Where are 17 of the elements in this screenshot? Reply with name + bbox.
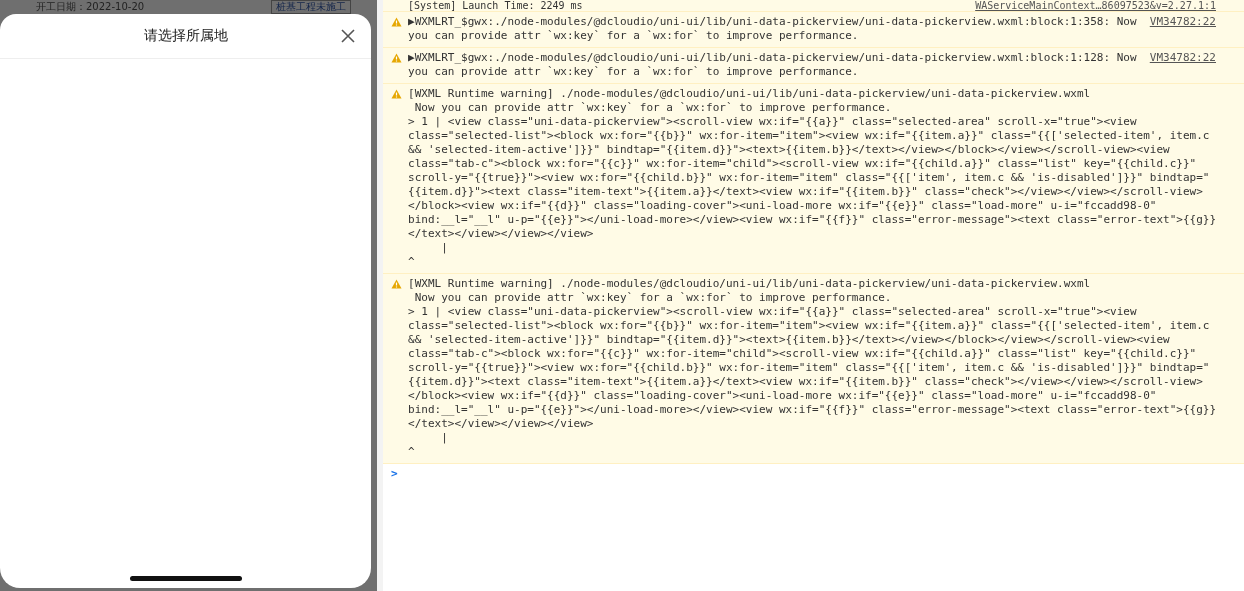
console-message: ▶WXMLRT_$gwx:./node-modules/@dcloudio/uni-ui/lib/uni-data-pickerview/uni-data-pickerview.wxml:block:1:358: Now you can provide attr `wx:key` for a `wx:for` to improve performance.	[408, 15, 1138, 43]
console-prompt[interactable]: >	[391, 467, 398, 480]
source-link[interactable]: WAServiceMainContext…86097523&v=2.27.1:1	[975, 0, 1216, 11]
source-link[interactable]: VM34782:22	[1149, 51, 1216, 65]
console-message: ▶WXMLRT_$gwx:./node-modules/@dcloudio/uni-ui/lib/uni-data-pickerview/uni-data-pickerview.wxml:block:1:128: Now you can provide attr `wx:key` for a `wx:for` to improve performance.	[408, 51, 1138, 79]
status-tag: 桩基工程未施工	[271, 0, 352, 14]
close-icon[interactable]	[341, 29, 356, 43]
warning-icon	[391, 89, 403, 99]
sheet-title: 请选择所属地	[143, 27, 228, 45]
warning-icon	[391, 53, 403, 63]
console-message: [WXML Runtime warning] ./node-modules/@dcloudio/uni-ui/lib/uni-data-pickerview/uni-data-pickerview.wxml Now you can provide attr `wx:key` for a `wx:for` to improve performance. > 1 | <view class="uni-data-pickerview"><scroll-view wx:if="{{a}}" class="selected-area" scroll-x="true"><view class="selected-list"><block wx:for="{{b}}" wx:for-item="item"><view wx:if="{{item.a}}" class="{{['selected-item', item.c && 'selected-item-active']}}" bindtap="{{item.d}}"><text>{{item.b}}</text></view></block></view></scroll-view><view class="tab-c"><block wx:for="{{c}}" wx:for-item="child"><scroll-view wx:if="{{child.a}}" class="list" key="{{child.c}}" scroll-y="{{true}}"><view wx:for="{{child.b}}" wx:for-item="item" class="{{['item', item.c && 'is-disabled']}}" bindtap=" {{item.d}}"><text class="item-text">{{item.a}}</text><view wx:if="{{item.b}}" class="check"></view></view></scroll-view> </block><view wx:if="{{d}}" class="loading-cover"><uni-load-more wx:if="{{e}}" class="load-more" u-i="fccadd98-0" bind:__l="__l" u-p="{{e}}"></uni-load-more></view><view wx:if="{{f}}" class="error-message"><text class="error-text">{{g}} </text></view></view></view> | ^	[408, 87, 1216, 269]
console-message: [WXML Runtime warning] ./node-modules/@dcloudio/uni-ui/lib/uni-data-pickerview/uni-data-pickerview.wxml Now you can provide attr `wx:key` for a `wx:for` to improve performance. > 1 | <view class="uni-data-pickerview"><scroll-view wx:if="{{a}}" class="selected-area" scroll-x="true"><view class="selected-list"><block wx:for="{{b}}" wx:for-item="item"><view wx:if="{{item.a}}" class="{{['selected-item', item.c && 'selected-item-active']}}" bindtap="{{item.d}}"><text>{{item.b}}</text></view></block></view></scroll-view><view class="tab-c"><block wx:for="{{c}}" wx:for-item="child"><scroll-view wx:if="{{child.a}}" class="list" key="{{child.c}}" scroll-y="{{true}}"><view wx:for="{{child.b}}" wx:for-item="item" class="{{['item', item.c && 'is-disabled']}}" bindtap=" {{item.d}}"><text class="item-text">{{item.a}}</text><view wx:if="{{item.b}}" class="check"></view></view></scroll-view> </block><view wx:if="{{d}}" class="loading-cover"><uni-load-more wx:if="{{e}}" class="load-more" u-i="fccadd98-0" bind:__l="__l" u-p="{{e}}"></uni-load-more></view><view wx:if="{{f}}" class="error-message"><text class="error-text">{{g}} </text></view></view></view> | ^	[408, 277, 1216, 459]
source-link[interactable]: VM34782:22	[1149, 15, 1216, 29]
warning-icon	[391, 17, 403, 27]
warning-icon	[391, 279, 403, 289]
start-date-label: 开工日期：2022-10-20	[36, 0, 145, 14]
console-message: [System] Launch Time: 2249 ms	[408, 0, 583, 11]
